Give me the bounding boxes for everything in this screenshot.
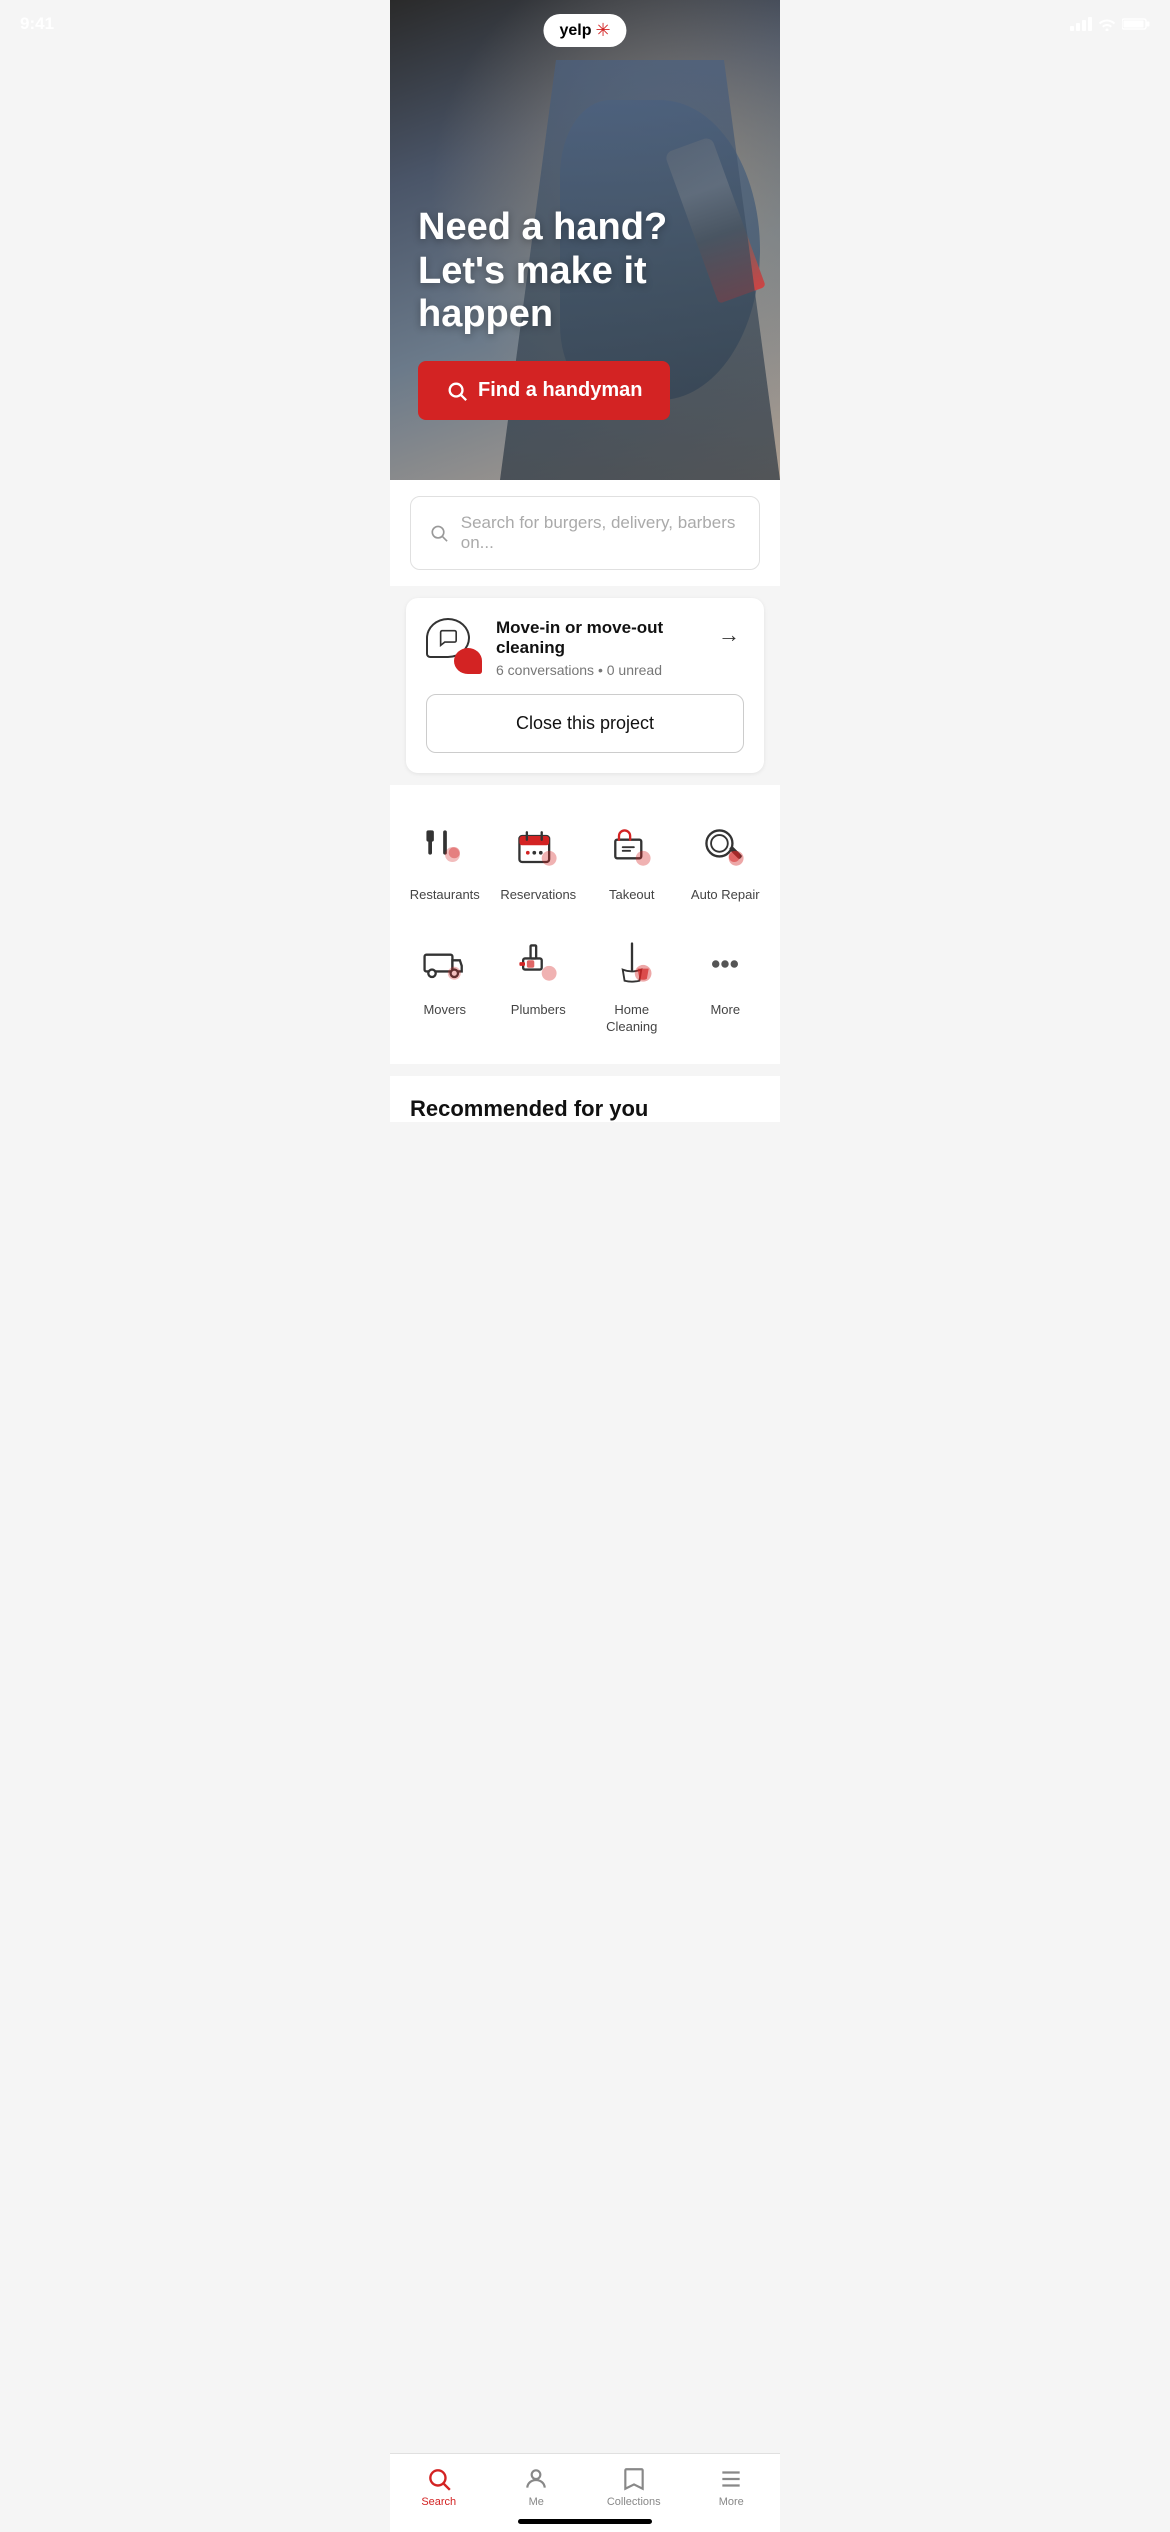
- movers-label: Movers: [423, 1002, 466, 1019]
- project-header: Move-in or move-out cleaning 6 conversat…: [426, 618, 744, 678]
- project-meta: 6 conversations • 0 unread: [496, 662, 700, 678]
- project-info: Move-in or move-out cleaning 6 conversat…: [482, 618, 714, 678]
- nav-collections[interactable]: Collections: [604, 2466, 664, 2508]
- restaurants-label: Restaurants: [410, 887, 480, 904]
- chat-bubble-small-icon: [454, 648, 482, 674]
- search-bar[interactable]: Search for burgers, delivery, barbers on…: [410, 496, 760, 570]
- yelp-text: yelp: [559, 22, 591, 40]
- home-cleaning-icon: [604, 936, 660, 992]
- takeout-label: Takeout: [609, 887, 655, 904]
- movers-icon: [417, 936, 473, 992]
- project-title: Move-in or move-out cleaning: [496, 618, 700, 658]
- yelp-star-icon: ✳: [595, 20, 610, 41]
- nav-more[interactable]: More: [701, 2466, 761, 2508]
- menu-nav-icon: [718, 2466, 744, 2492]
- plumbers-icon: [510, 936, 566, 992]
- home-indicator: [518, 2519, 652, 2524]
- status-time: 9:41: [20, 14, 54, 34]
- status-icons: [1070, 17, 1150, 31]
- recommended-section: Recommended for you: [390, 1076, 780, 1122]
- search-placeholder: Search for burgers, delivery, barbers on…: [461, 513, 741, 553]
- category-more[interactable]: More: [679, 924, 773, 1048]
- search-section: Search for burgers, delivery, barbers on…: [390, 480, 780, 586]
- project-arrow-button[interactable]: →: [714, 618, 744, 652]
- auto-repair-label: Auto Repair: [691, 887, 760, 904]
- category-reservations[interactable]: Reservations: [492, 809, 586, 916]
- battery-icon: [1122, 17, 1150, 31]
- nav-me[interactable]: Me: [506, 2466, 566, 2508]
- hero-title: Need a hand? Let's make it happen: [418, 206, 752, 337]
- person-nav-icon: [523, 2466, 549, 2492]
- category-takeout[interactable]: Takeout: [585, 809, 679, 916]
- category-restaurants[interactable]: Restaurants: [398, 809, 492, 916]
- me-nav-label: Me: [529, 2496, 544, 2508]
- category-movers[interactable]: Movers: [398, 924, 492, 1048]
- search-icon: [429, 522, 449, 544]
- category-plumbers[interactable]: Plumbers: [492, 924, 586, 1048]
- status-bar: 9:41 yelp ✳: [0, 0, 1170, 42]
- recommended-title: Recommended for you: [410, 1096, 760, 1122]
- search-nav-label: Search: [421, 2496, 456, 2508]
- close-project-button[interactable]: Close this project: [426, 694, 744, 753]
- find-handyman-button[interactable]: Find a handyman: [418, 361, 670, 420]
- auto-repair-icon: [697, 821, 753, 877]
- categories-section: Restaurants Reservations: [390, 785, 780, 1064]
- more-cats-label: More: [710, 1002, 740, 1019]
- more-nav-label: More: [719, 2496, 744, 2508]
- home-cleaning-label: Home Cleaning: [591, 1002, 673, 1036]
- categories-grid: Restaurants Reservations: [390, 809, 780, 1048]
- category-home-cleaning[interactable]: Home Cleaning: [585, 924, 679, 1048]
- search-nav-icon: [426, 2466, 452, 2492]
- signal-icon: [1070, 17, 1092, 31]
- wifi-icon: [1098, 17, 1116, 31]
- more-cats-icon: [697, 936, 753, 992]
- restaurants-icon: [417, 821, 473, 877]
- category-auto-repair[interactable]: Auto Repair: [679, 809, 773, 916]
- bookmark-nav-icon: [621, 2466, 647, 2492]
- plumbers-label: Plumbers: [511, 1002, 566, 1019]
- hero-section: Need a hand? Let's make it happen Find a…: [390, 0, 780, 480]
- project-icon: [426, 618, 482, 674]
- yelp-logo: yelp ✳: [543, 14, 626, 47]
- hero-content: Need a hand? Let's make it happen Find a…: [390, 206, 780, 420]
- reservations-label: Reservations: [500, 887, 576, 904]
- takeout-icon: [604, 821, 660, 877]
- reservations-icon: [510, 821, 566, 877]
- search-icon-btn: [446, 380, 468, 402]
- nav-search[interactable]: Search: [409, 2466, 469, 2508]
- project-card: Move-in or move-out cleaning 6 conversat…: [406, 598, 764, 773]
- collections-nav-label: Collections: [607, 2496, 661, 2508]
